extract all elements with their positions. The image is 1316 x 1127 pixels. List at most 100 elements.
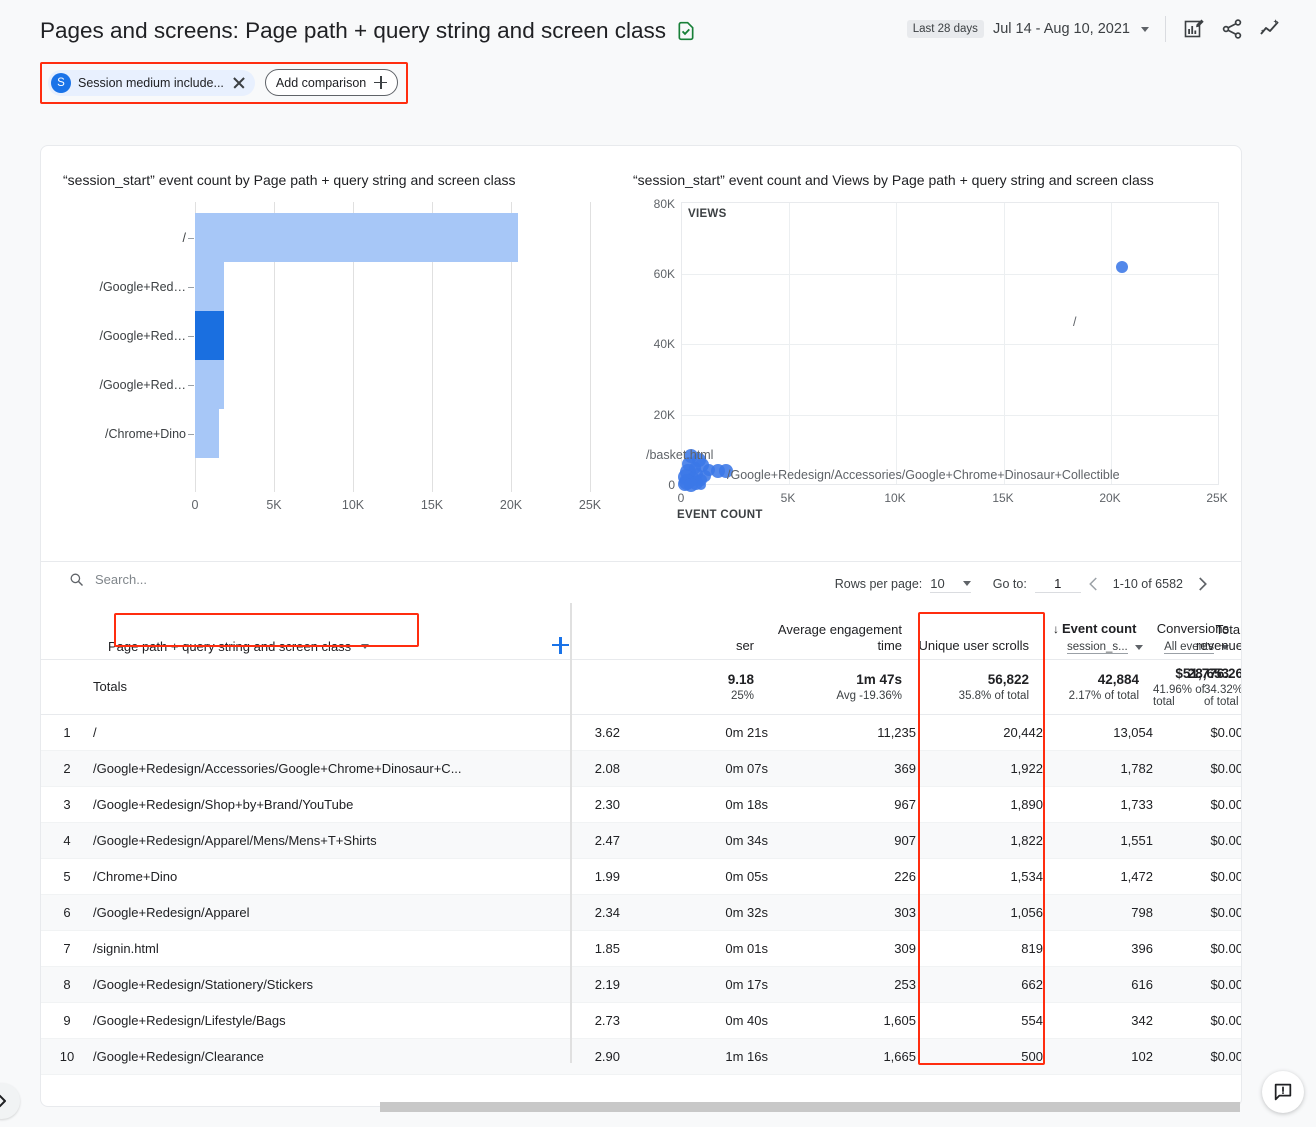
table-row[interactable]: 9 /Google+Redesign/Lifestyle/Bags 2.73 0… <box>41 1002 1242 1038</box>
row-conversions: 798 <box>1043 894 1153 930</box>
bar-x-tick: 15K <box>421 498 443 512</box>
totals-unique-scrolls: 56,822 35.8% of total <box>916 659 1043 714</box>
rows-per-page-select[interactable]: 10 <box>930 576 970 593</box>
table-row[interactable]: 7 /signin.html 1.85 0m 01s 309 819 396 $… <box>41 930 1242 966</box>
table-row[interactable]: 8 /Google+Redesign/Stationery/Stickers 2… <box>41 966 1242 1002</box>
row-dimension[interactable]: /Google+Redesign/Stationery/Stickers <box>93 966 552 1002</box>
document-check-icon[interactable] <box>676 20 696 42</box>
row-index: 2 <box>41 750 93 786</box>
bar <box>195 213 518 262</box>
table-row[interactable]: 2 /Google+Redesign/Accessories/Google+Ch… <box>41 750 1242 786</box>
bar <box>195 360 224 409</box>
row-avg-engagement: 0m 01s <box>620 930 768 966</box>
row-users: 2.19 <box>552 966 620 1002</box>
row-dimension[interactable]: /Google+Redesign/Apparel <box>93 894 552 930</box>
scrollbar-thumb[interactable] <box>380 1102 1240 1112</box>
row-total-revenue: $0.00 <box>1153 894 1242 930</box>
row-dimension[interactable]: /Google+Redesign/Accessories/Google+Chro… <box>93 750 552 786</box>
chevron-down-icon <box>963 581 971 586</box>
scatter-x-tick: 5K <box>781 491 796 505</box>
horizontal-scrollbar[interactable] <box>40 1100 1242 1114</box>
row-conversions: 616 <box>1043 966 1153 1002</box>
goto-page-input[interactable] <box>1035 575 1081 593</box>
sort-descending-icon: ↓ <box>1053 622 1059 636</box>
scatter-y-axis-label: VIEWS <box>688 208 727 220</box>
row-avg-engagement: 0m 21s <box>620 714 768 750</box>
scatter-x-tick: 20K <box>1099 491 1120 505</box>
next-page-button[interactable] <box>1189 571 1215 597</box>
bar-category-label: / <box>183 231 186 245</box>
header-add-dimension[interactable] <box>552 603 620 659</box>
search-box[interactable] <box>69 572 395 587</box>
table-row[interactable]: 3 /Google+Redesign/Shop+by+Brand/YouTube… <box>41 786 1242 822</box>
row-total-revenue: $0.00 <box>1153 786 1242 822</box>
row-conversions: 1,472 <box>1043 858 1153 894</box>
header-event-count[interactable]: ↓Event count session_s... <box>1043 603 1153 659</box>
row-conversions: 102 <box>1043 1038 1153 1074</box>
edit-chart-icon[interactable] <box>1182 17 1206 41</box>
row-avg-engagement: 0m 17s <box>620 966 768 1002</box>
row-total-revenue: $0.00 <box>1153 822 1242 858</box>
row-dimension[interactable]: /Google+Redesign/Clearance <box>93 1038 552 1074</box>
scatter-chart[interactable]: 80K 60K 40K 20K 0 VIEWS <box>633 202 1225 547</box>
bar-chart[interactable]: / /Google+Red… /Google+Red… <box>63 202 615 542</box>
add-dimension-icon[interactable] <box>552 637 569 654</box>
header-unique-user-scrolls[interactable]: Unique user scrolls <box>916 603 1043 659</box>
table-row[interactable]: 4 /Google+Redesign/Apparel/Mens/Mens+T+S… <box>41 822 1242 858</box>
scatter-chart-title: “session_start” event count and Views by… <box>633 172 1154 188</box>
bar-chart-title: “session_start” event count by Page path… <box>63 172 516 188</box>
totals-event-count: 42,884 2.17% of total <box>1043 659 1153 714</box>
row-dimension[interactable]: /Google+Redesign/Lifestyle/Bags <box>93 1002 552 1038</box>
column-label: ser <box>736 638 754 654</box>
row-dimension[interactable]: /Google+Redesign/Apparel/Mens/Mens+T+Shi… <box>93 822 552 858</box>
scatter-x-tick: 15K <box>992 491 1013 505</box>
add-comparison-button[interactable]: Add comparison <box>265 69 398 96</box>
search-input[interactable] <box>95 572 395 587</box>
bar-x-tick: 25K <box>579 498 601 512</box>
totals-index <box>41 659 93 714</box>
bar-row[interactable]: /Google+Red… <box>195 262 591 311</box>
row-dimension[interactable]: /Chrome+Dino <box>93 858 552 894</box>
report-card: “session_start” event count by Page path… <box>40 145 1242 1107</box>
totals-value: 42,884 <box>1098 672 1139 687</box>
row-conversions: 1,782 <box>1043 750 1153 786</box>
header-avg-engagement-time[interactable]: Average engagement time <box>768 603 916 659</box>
row-users: 2.34 <box>552 894 620 930</box>
bar-row[interactable]: /Google+Red… <box>195 311 591 360</box>
header-controls: Last 28 days Jul 14 - Aug 10, 2021 <box>907 16 1282 42</box>
previous-page-button[interactable] <box>1081 571 1107 597</box>
close-icon[interactable] <box>231 75 247 91</box>
row-unique-scrolls: 1,605 <box>768 1002 916 1038</box>
table-row[interactable]: 1 / 3.62 0m 21s 11,235 20,442 13,054 $0.… <box>41 714 1242 750</box>
feedback-chat-button[interactable] <box>1262 1071 1304 1113</box>
row-total-revenue: $0.00 <box>1153 714 1242 750</box>
totals-avg-engagement: 1m 47s Avg -19.36% <box>768 659 916 714</box>
share-icon[interactable] <box>1220 17 1244 41</box>
bar-x-tick: 10K <box>342 498 364 512</box>
row-dimension[interactable]: /Google+Redesign/Shop+by+Brand/YouTube <box>93 786 552 822</box>
table-row[interactable]: 5 /Chrome+Dino 1.99 0m 05s 226 1,534 1,4… <box>41 858 1242 894</box>
bar-row[interactable]: /Google+Red… <box>195 360 591 409</box>
row-dimension[interactable]: / <box>93 714 552 750</box>
comparison-chip[interactable]: S Session medium include... <box>48 70 255 96</box>
column-label: ↓Event count <box>1053 621 1136 637</box>
table-row[interactable]: 10 /Google+Redesign/Clearance 2.90 1m 16… <box>41 1038 1242 1074</box>
row-event-count: 1,890 <box>916 786 1043 822</box>
row-dimension[interactable]: /signin.html <box>93 930 552 966</box>
row-users: 1.85 <box>552 930 620 966</box>
row-users: 1.99 <box>552 858 620 894</box>
expand-navigation-button[interactable] <box>0 1083 20 1119</box>
date-range-selector[interactable]: Last 28 days Jul 14 - Aug 10, 2021 <box>907 20 1149 38</box>
data-table-area: Rows per page: 10 Go to: 1-10 of 6582 <box>41 561 1242 1107</box>
goto-label: Go to: <box>993 577 1027 591</box>
bar-row[interactable]: / <box>195 213 591 262</box>
insights-icon[interactable] <box>1258 17 1282 41</box>
row-event-count: 1,822 <box>916 822 1043 858</box>
bar-row[interactable]: /Chrome+Dino <box>195 409 591 458</box>
chevron-right-icon <box>1193 575 1211 593</box>
table-row[interactable]: 6 /Google+Redesign/Apparel 2.34 0m 32s 3… <box>41 894 1242 930</box>
event-count-metric-selector[interactable]: session_s... <box>1053 641 1143 654</box>
header-users[interactable]: ser <box>620 603 768 659</box>
totals-label: Totals <box>93 659 552 714</box>
bar-chart-plot: / /Google+Red… /Google+Red… <box>195 202 591 492</box>
